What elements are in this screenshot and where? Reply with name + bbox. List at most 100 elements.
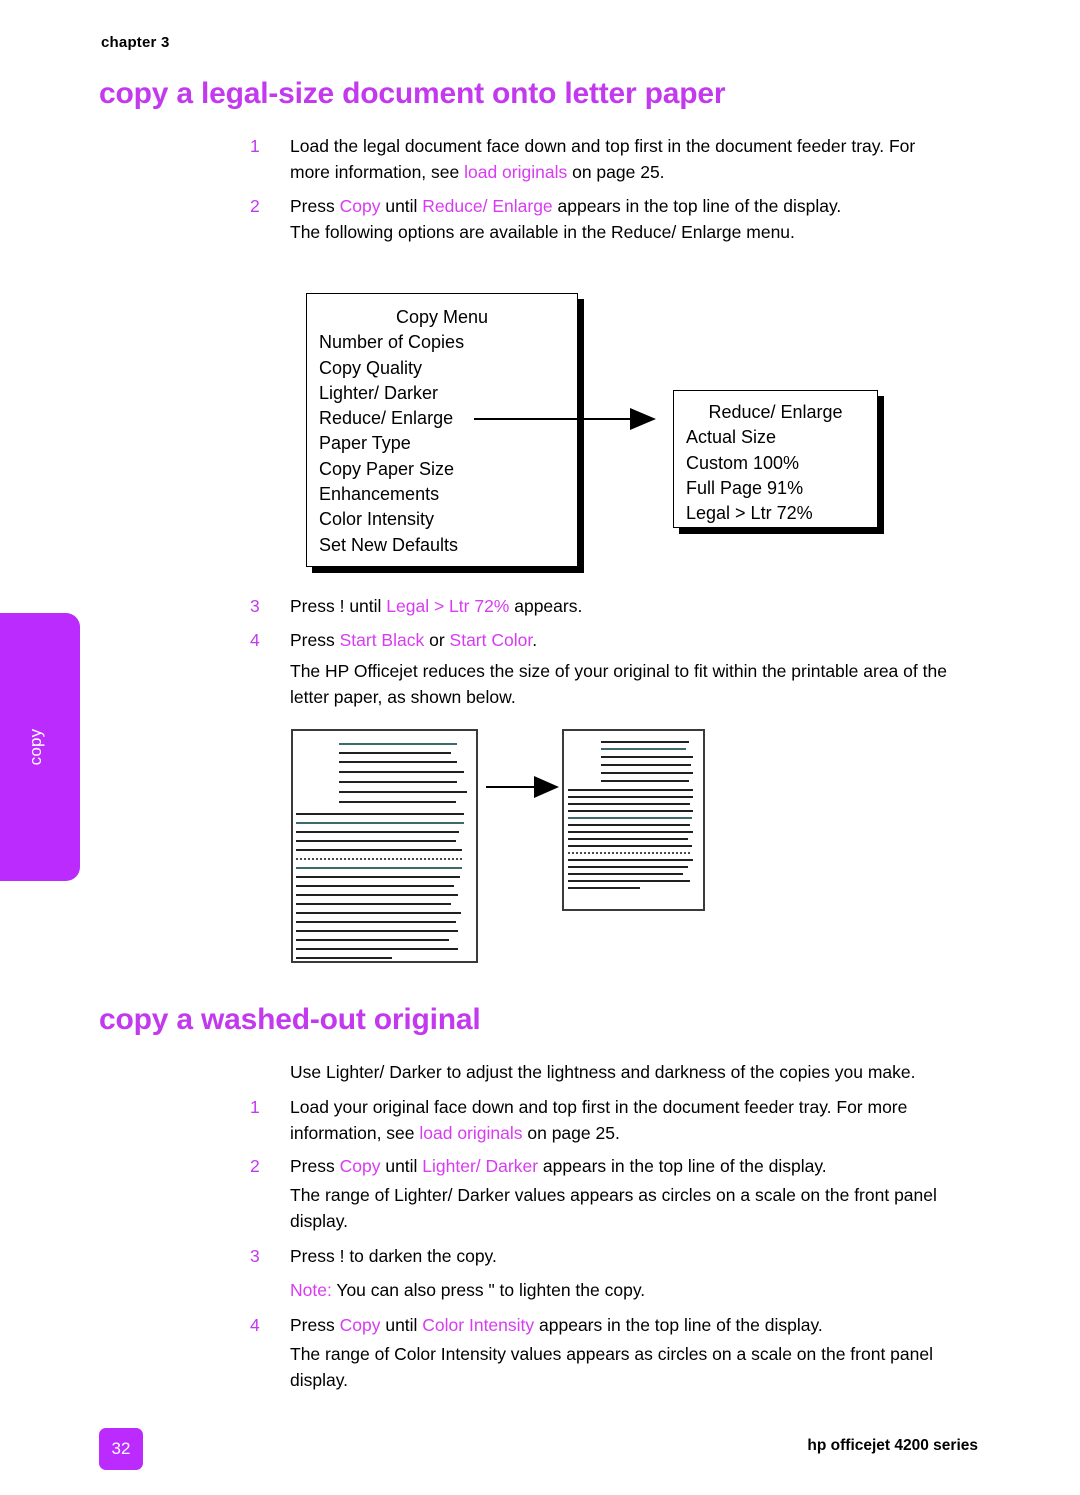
- step-number: 4: [250, 1315, 260, 1335]
- ui-term: Copy: [339, 1315, 381, 1335]
- page-number-badge: 32: [99, 1428, 143, 1470]
- text-line: [296, 948, 458, 950]
- step-text: Press Start Black or Start Color.: [290, 627, 958, 653]
- text-line: [339, 752, 451, 754]
- illustration-arrow-icon: [534, 776, 559, 798]
- menu-connector-line: [474, 418, 634, 420]
- step-number: 1: [250, 136, 260, 156]
- step-text: Press Copy until Color Intensity appears…: [290, 1312, 958, 1338]
- ui-term: Start Color: [449, 630, 533, 650]
- reduce-enlarge-menu-title: Reduce/ Enlarge: [708, 402, 843, 422]
- text-run: Use Lighter/ Darker to adjust the lightn…: [290, 1062, 916, 1082]
- text-run: appears.: [509, 596, 583, 616]
- ui-term: Color Intensity: [422, 1315, 535, 1335]
- copy-menu-title: Copy Menu: [395, 307, 489, 327]
- text-line: [296, 912, 461, 914]
- copy-menu-item: Set New Defaults: [319, 534, 459, 555]
- text-run: The HP Officejet reduces the size of you…: [290, 661, 947, 707]
- text-run: Press ! to darken the copy.: [290, 1246, 497, 1266]
- text-line: [296, 876, 460, 878]
- reduce-enlarge-menu-item: Full Page 91%: [686, 477, 804, 498]
- step-text: Press Copy until Lighter/ Darker appears…: [290, 1153, 958, 1179]
- text-line: [296, 849, 462, 851]
- ui-term: Lighter/ Darker: [422, 1156, 539, 1176]
- text-run: until: [380, 1156, 423, 1176]
- text-line: [601, 780, 689, 782]
- step-text: Press Copy until Reduce/ Enlarge appears…: [290, 193, 958, 219]
- note-line: Note: You can also press " to lighten th…: [290, 1277, 958, 1303]
- text-line: [568, 873, 683, 875]
- text-line: [296, 858, 462, 860]
- text-line: [296, 921, 456, 923]
- illustration-legal-page: [291, 729, 478, 963]
- text-line: [296, 930, 458, 932]
- illustration-letter-page: [562, 729, 705, 911]
- text-run: Press: [290, 1156, 340, 1176]
- text-line: [601, 772, 693, 774]
- reduce-enlarge-menu-item: Actual Size: [686, 427, 777, 448]
- copy-menu-items: Number of Copies Copy Quality Lighter/ Dar…: [307, 330, 577, 558]
- copy-menu-item: Copy Quality: [319, 357, 423, 378]
- text-run: Press: [290, 630, 340, 650]
- text-line: [601, 764, 691, 766]
- text-line: [568, 831, 693, 833]
- text-line: [601, 748, 686, 750]
- reduce-enlarge-menu-item: Legal > Ltr 72%: [686, 503, 813, 524]
- copy-menu-item: Paper Type: [319, 433, 411, 454]
- text-line: [568, 789, 693, 791]
- text-line: [296, 903, 451, 905]
- text-run: appears in the top line of the display.: [538, 1156, 827, 1176]
- text-line: [296, 822, 464, 824]
- chapter-label: chapter 3: [101, 34, 170, 51]
- copy-menu-box: Copy Menu Number of Copies Copy Quality Li…: [306, 293, 578, 567]
- ui-term: Note:: [290, 1280, 332, 1300]
- text-run: The range of Lighter/ Darker values appe…: [290, 1185, 937, 1231]
- text-run: Press: [290, 1315, 340, 1335]
- ui-term: Copy: [339, 1156, 381, 1176]
- text-line: [296, 894, 458, 896]
- reduce-enlarge-menu-item: Custom 100%: [686, 452, 800, 473]
- footer-product-name: hp officejet 4200 series: [807, 1437, 978, 1454]
- copy-menu-item: Enhancements: [319, 484, 440, 505]
- step-number: 3: [250, 1246, 260, 1266]
- step-note-text: The HP Officejet reduces the size of you…: [290, 658, 958, 710]
- text-run: Press ! until: [290, 596, 387, 616]
- text-line: [568, 838, 688, 840]
- text-line: [568, 880, 690, 882]
- text-run: Press: [290, 196, 340, 216]
- step-text: Press ! until Legal > Ltr 72% appears.: [290, 593, 958, 619]
- text-line: [296, 831, 459, 833]
- step-number: 2: [250, 196, 260, 216]
- text-run: The following options are available in t…: [290, 222, 795, 242]
- reduce-enlarge-menu-box: Reduce/ Enlarge Actual Size Custom 100% Fu…: [673, 390, 878, 528]
- document-page: copy chapter 3 copy a legal-size documen…: [0, 0, 1080, 1495]
- text-line: [568, 824, 690, 826]
- text-run: until: [380, 196, 423, 216]
- menu-connector-arrow-icon: [630, 408, 656, 430]
- text-run: until: [380, 1315, 423, 1335]
- page-title-washed-out-copy: copy a washed-out original: [99, 1003, 481, 1036]
- page-title-legal-copy: copy a legal-size document onto letter p…: [99, 77, 726, 110]
- text-line: [339, 761, 457, 763]
- step-note-text: The range of Lighter/ Darker values appe…: [290, 1182, 958, 1234]
- step-number: 1: [250, 1097, 260, 1117]
- text-line: [568, 803, 690, 805]
- text-line: [339, 791, 467, 793]
- text-line: [568, 866, 688, 868]
- text-line: [568, 817, 692, 819]
- text-run: or: [424, 630, 450, 650]
- text-line: [568, 810, 693, 812]
- reduce-enlarge-menu-items: Actual Size Custom 100% Full Page 91% Legal…: [674, 425, 877, 526]
- text-line: [296, 885, 454, 887]
- text-line: [296, 957, 392, 959]
- step-text: Load the legal document face down and to…: [290, 133, 958, 185]
- text-run: on page 25.: [567, 162, 665, 182]
- ui-term: Copy: [339, 196, 381, 216]
- text-line: [339, 801, 456, 803]
- text-run: The range of Color Intensity values appe…: [290, 1344, 934, 1390]
- step-note-text: The following options are available in t…: [290, 219, 958, 245]
- text-line: [568, 887, 640, 889]
- text-line: [296, 939, 449, 941]
- text-run: on page 25.: [522, 1123, 620, 1143]
- text-line: [296, 840, 456, 842]
